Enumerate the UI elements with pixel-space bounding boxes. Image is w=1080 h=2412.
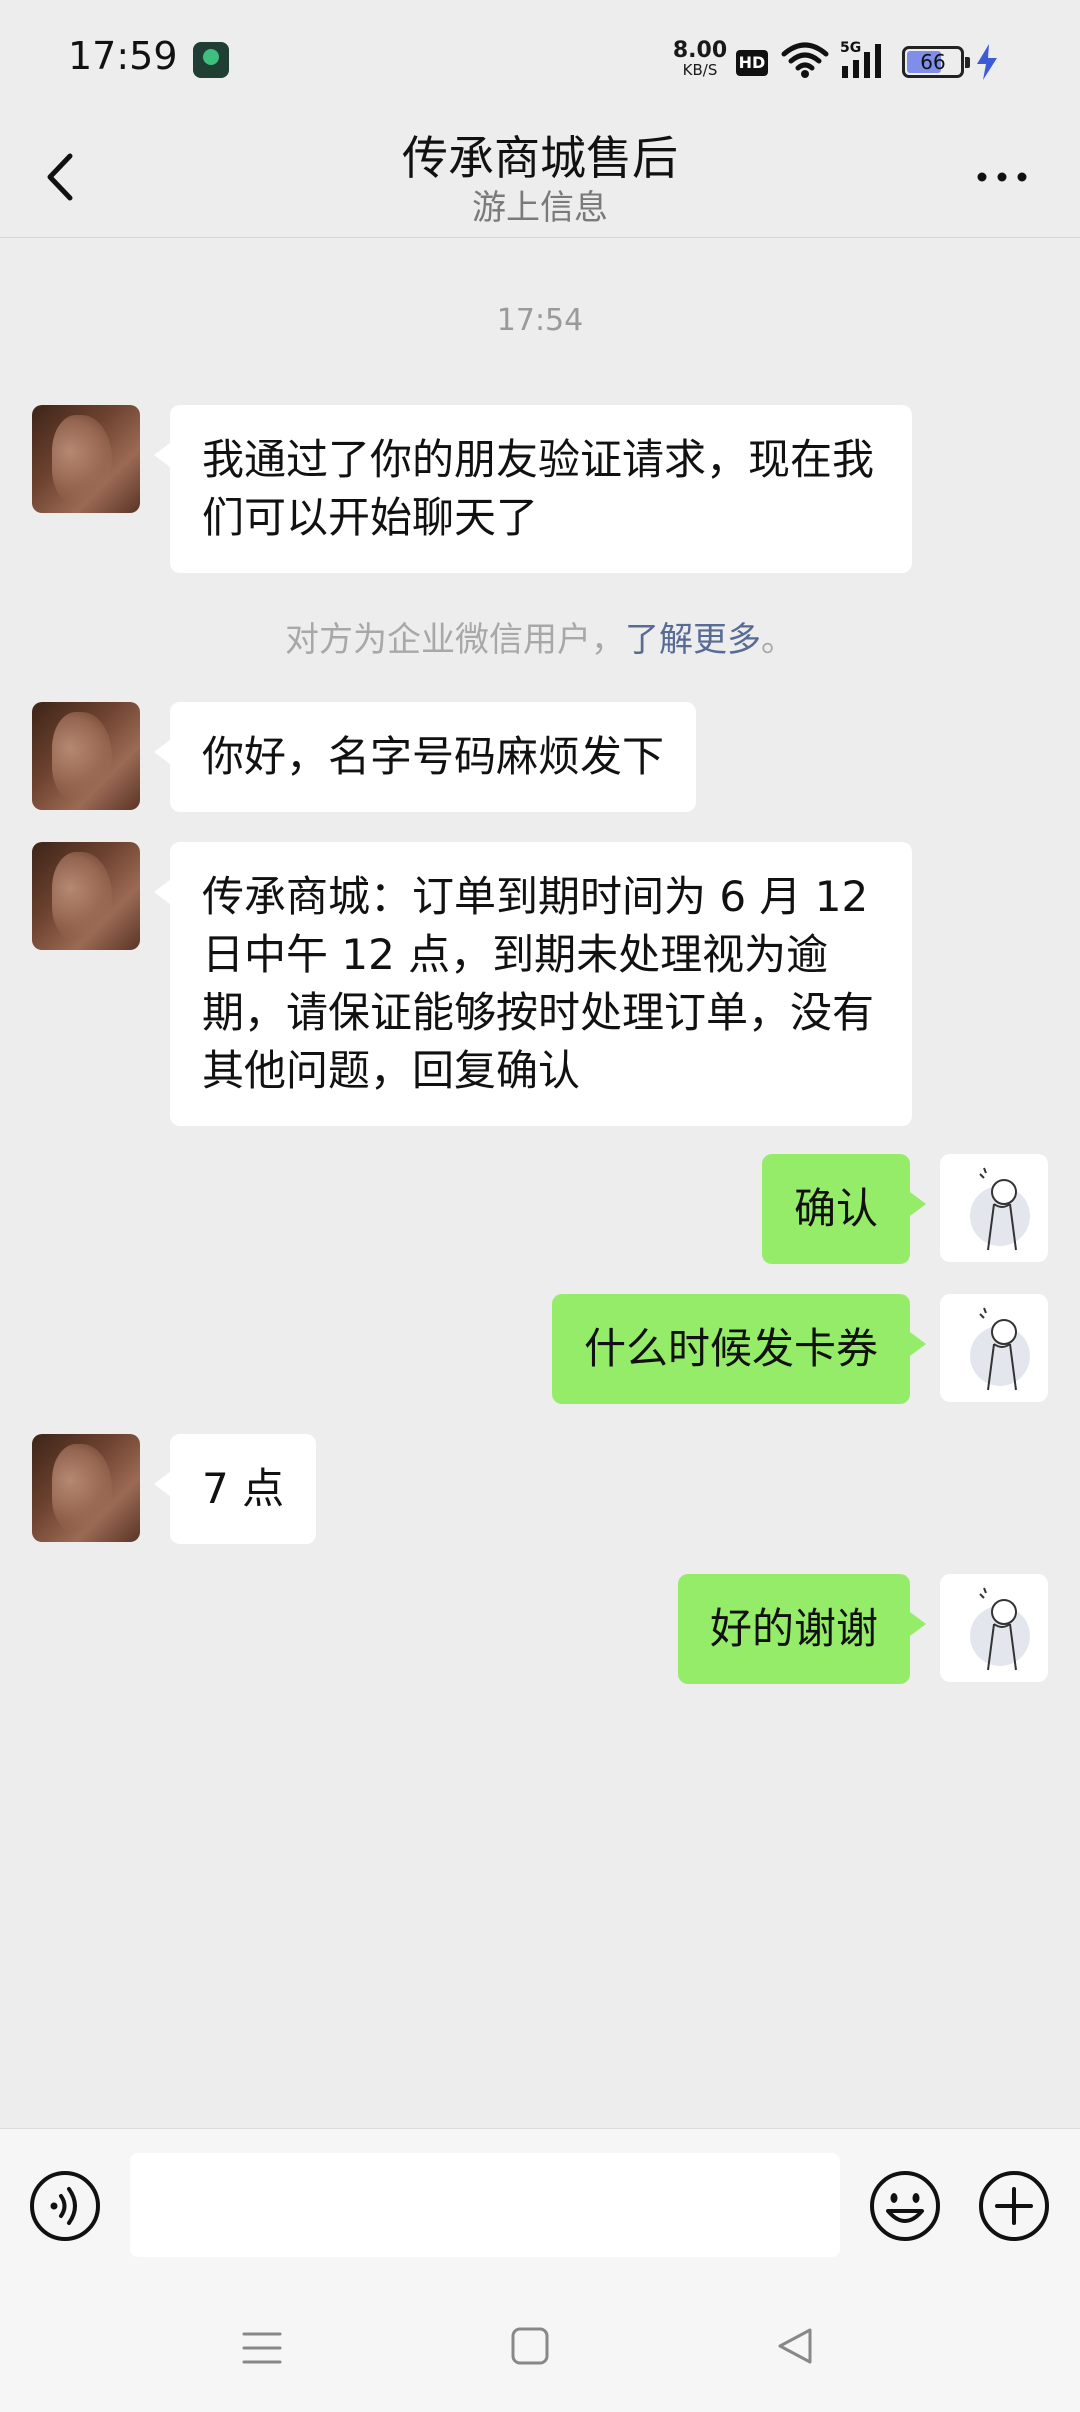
message-timestamp: 17:54 [496,303,584,338]
battery-icon: 66 [902,46,970,78]
home-icon[interactable] [510,2326,550,2366]
chat-subtitle: 游上信息 [472,188,608,228]
outgoing-message[interactable]: 确认 [761,1154,927,1264]
contact-avatar[interactable] [32,702,140,810]
incoming-message[interactable]: 传承商城：订单到期时间为 6 月 12 日中午 12 点，到期未处理视为逾期，请… [154,842,912,1126]
sketch-avatar-icon [970,1587,1030,1671]
hd-badge: HD [736,50,768,76]
system-nav-bar [0,2280,1080,2412]
incoming-message[interactable]: 我通过了你的朋友验证请求，现在我们可以开始聊天了 [154,405,912,573]
signal-icon: 5G [840,40,881,78]
more-options-icon[interactable] [972,162,1032,192]
emoji-icon[interactable] [868,2169,942,2243]
chat-title: 传承商城售后 [402,131,678,185]
system-notice-text: 对方为企业微信用户， [285,620,625,660]
input-bar [0,2128,1080,2280]
incoming-message[interactable]: 7 点 [153,1434,317,1544]
battery-level: 66 [920,50,946,74]
back-triangle-icon[interactable] [776,2326,816,2366]
sketch-avatar-icon [970,1167,1030,1251]
network-speed-value: 8.00 [672,38,728,63]
message-input[interactable] [130,2153,840,2257]
my-avatar[interactable] [940,1294,1048,1402]
incoming-message[interactable]: 你好，名字号码麻烦发下 [153,702,697,812]
my-avatar[interactable] [940,1574,1048,1682]
network-speed: 8.00 KB/S [672,40,728,78]
voice-input-icon[interactable] [28,2169,102,2243]
network-speed-unit: KB/S [682,61,718,79]
system-notice-suffix: 。 [761,620,795,660]
learn-more-link[interactable]: 了解更多 [625,620,761,660]
wifi-icon [781,42,829,78]
status-bar: 17:59 8.00 KB/S HD 5G 66 [0,0,1080,122]
plus-icon[interactable] [977,2169,1051,2243]
charging-icon [977,44,997,80]
sketch-avatar-icon [970,1307,1030,1391]
contact-avatar[interactable] [32,1434,140,1542]
recent-apps-icon[interactable] [242,2328,282,2368]
status-time: 17:59 [68,34,178,78]
app-notification-icon [193,42,229,78]
chat-header: 传承商城售后 游上信息 [0,122,1080,238]
system-notice: 对方为企业微信用户，了解更多。 [0,612,1080,661]
outgoing-message[interactable]: 好的谢谢 [677,1574,927,1684]
outgoing-message[interactable]: 什么时候发卡券 [551,1294,927,1404]
network-type-label: 5G [840,40,861,56]
contact-avatar[interactable] [32,842,140,950]
contact-avatar[interactable] [32,405,140,513]
my-avatar[interactable] [940,1154,1048,1262]
